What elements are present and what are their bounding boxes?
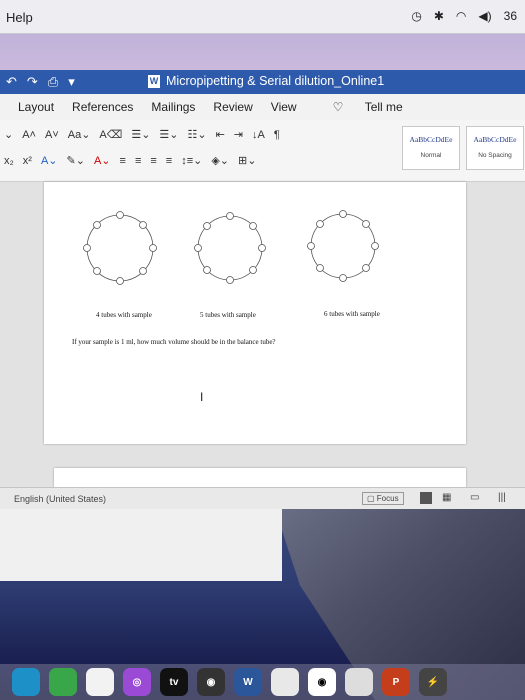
caption-6-tubes: 6 tubes with sample [324,310,380,318]
dock-app-word[interactable]: W [234,668,262,696]
justify-icon[interactable]: ≡ [166,155,172,167]
wifi-icon[interactable]: ◠ [456,9,466,23]
line-spacing-icon[interactable]: ↕≡⌄ [181,154,202,167]
dock-app-finder[interactable] [12,668,40,696]
rotor-6-tubes [307,210,379,282]
dock-app-preview[interactable] [345,668,373,696]
align-right-icon[interactable]: ≡ [150,155,156,167]
dock: ◎ tv ◉ W ◉ P ⚡ [0,664,525,700]
volume-icon[interactable]: ◀) [478,9,491,23]
change-case-icon[interactable]: Aa⌄ [68,128,91,141]
read-mode-icon[interactable]: ▭ [470,492,479,503]
tab-view[interactable]: View [271,100,297,114]
quick-access-toolbar: ↶ ↷ ⎙ ▾ [6,74,75,90]
document-title: W Micropipetting & Serial dilution_Onlin… [148,74,384,88]
superscript-icon[interactable]: x² [23,155,32,167]
tell-me-search[interactable]: ♡ Tell me [315,100,403,114]
document-title-text: Micropipetting & Serial dilution_Online1 [166,74,385,88]
caption-4-tubes: 4 tubes with sample [96,311,152,319]
bluetooth-icon[interactable]: ✱ [434,9,444,23]
borders-icon[interactable]: ⊞⌄ [238,154,256,167]
mac-menubar: Help ◷ ✱ ◠ ◀) 36 [0,0,525,34]
style-label: Normal [420,152,442,159]
document-workspace: 4 tubes with sample 5 tubes with sample … [0,182,525,488]
web-layout-icon[interactable]: ▦ [442,492,451,503]
tab-review[interactable]: Review [213,100,252,114]
text-cursor-icon: I [200,390,204,404]
ribbon-row-1: ⌄ A˄ A˅ Aa⌄ A⌫ ☰⌄ ☰⌄ ☷⌄ ⇤ ⇥ ↓A ¶ [4,128,280,142]
increase-indent-icon[interactable]: ⇥ [234,128,243,141]
style-preview: AaBbCcDdEe [473,135,517,144]
dock-app-notes[interactable] [86,668,114,696]
redo-icon[interactable]: ↷ [27,74,38,90]
shrink-font-icon[interactable]: A˅ [45,129,59,141]
multilevel-list-icon[interactable]: ☷⌄ [187,128,206,141]
focus-icon: ▢ [367,494,375,503]
paragraph-mark-icon[interactable]: ¶ [274,129,280,141]
grow-font-icon[interactable]: A˄ [22,129,36,141]
next-page[interactable] [54,468,466,488]
centrifuge-diagrams [83,210,379,285]
bullets-icon[interactable]: ☰⌄ [131,128,150,141]
background-window [0,509,282,581]
style-preview: AaBbCcDdEe [409,135,453,144]
print-layout-icon[interactable] [420,492,432,504]
print-icon[interactable]: ⎙ [48,74,58,90]
focus-button[interactable]: ▢ Focus [362,492,404,505]
dock-app-messages[interactable] [49,668,77,696]
ribbon-row-2: x₂ x² A⌄ ✎⌄ A⌄ ≡ ≡ ≡ ≡ ↕≡⌄ ◈⌄ ⊞⌄ [4,154,256,168]
window-backdrop [0,34,525,70]
shading-icon[interactable]: ◈⌄ [211,154,229,167]
zoom-slider[interactable]: ||| [498,492,506,503]
language-indicator[interactable]: English (United States) [14,494,106,504]
align-left-icon[interactable]: ≡ [120,155,126,167]
subscript-icon[interactable]: x₂ [4,155,14,167]
home-ribbon: ⌄ A˄ A˅ Aa⌄ A⌫ ☰⌄ ☰⌄ ☷⌄ ⇤ ⇥ ↓A ¶ x₂ x² A… [0,120,525,182]
decrease-indent-icon[interactable]: ⇤ [216,128,225,141]
lightbulb-icon: ♡ [332,100,344,114]
highlight-icon[interactable]: ✎⌄ [67,154,85,167]
tell-me-label: Tell me [364,100,403,114]
status-icons: ◷ ✱ ◠ ◀) 36 [411,9,517,23]
dock-app-powerpoint[interactable]: P [382,668,410,696]
timer-icon[interactable]: ◷ [411,9,421,23]
rotor-5-tubes [194,212,266,284]
question-text: If your sample is 1 ml, how much volume … [72,338,276,346]
tab-mailings[interactable]: Mailings [151,100,195,114]
rotor-4-tubes [83,211,157,285]
tab-references[interactable]: References [72,100,133,114]
clear-format-icon[interactable]: A⌫ [99,128,122,141]
dock-app-activity[interactable]: ◉ [197,668,225,696]
style-no-spacing[interactable]: AaBbCcDdEe No Spacing [466,126,524,170]
tab-layout[interactable]: Layout [18,100,54,114]
text-effects-icon[interactable]: A⌄ [41,154,58,167]
font-size-dropdown-icon[interactable]: ⌄ [4,128,13,141]
dock-app-podcasts[interactable]: ◎ [123,668,151,696]
align-center-icon[interactable]: ≡ [135,155,141,167]
status-bar: English (United States) ▢ Focus ▦ ▭ ||| [0,487,525,509]
ribbon-tabs: Layout References Mailings Review View ♡… [0,94,525,120]
dock-app-shortcuts[interactable]: ⚡ [419,668,447,696]
style-normal[interactable]: AaBbCcDdEe Normal [402,126,460,170]
help-menu[interactable]: Help [6,10,33,25]
undo-icon[interactable]: ↶ [6,74,17,90]
numbering-icon[interactable]: ☰⌄ [159,128,178,141]
style-label: No Spacing [478,152,512,159]
battery-percentage: 36 [503,9,517,23]
font-color-icon[interactable]: A⌄ [94,154,111,167]
dock-app-chrome[interactable] [271,668,299,696]
focus-label: Focus [376,494,399,503]
dock-app-tv[interactable]: tv [160,668,188,696]
document-page[interactable]: 4 tubes with sample 5 tubes with sample … [44,182,466,444]
customize-icon[interactable]: ▾ [68,74,75,90]
word-titlebar: ↶ ↷ ⎙ ▾ W Micropipetting & Serial diluti… [0,70,525,94]
caption-5-tubes: 5 tubes with sample [200,311,256,319]
word-doc-icon: W [148,74,160,88]
sort-icon[interactable]: ↓A [252,129,265,141]
dock-app-zoom[interactable]: ◉ [308,668,336,696]
